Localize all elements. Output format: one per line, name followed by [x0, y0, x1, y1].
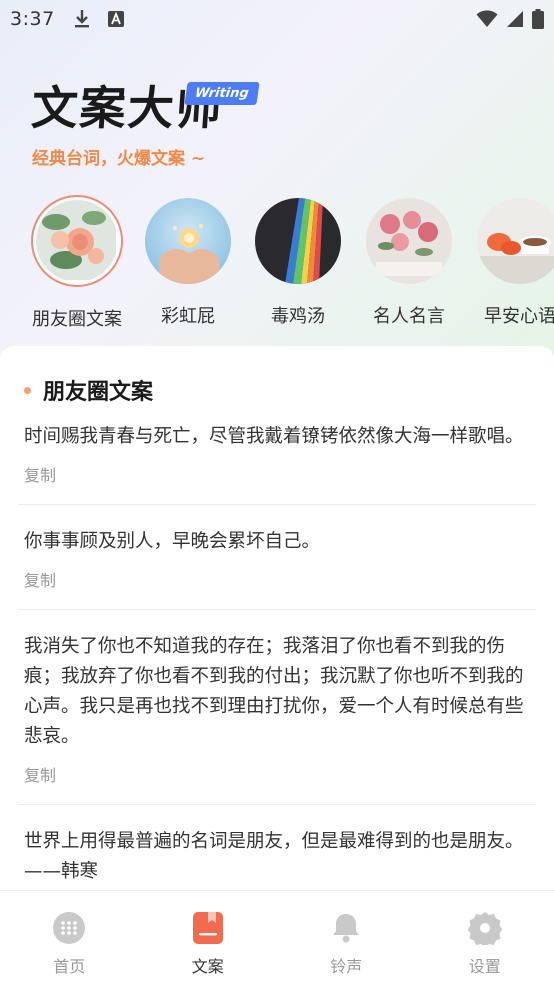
copy-button[interactable]: 复制: [24, 462, 530, 486]
category-label: 彩虹屁: [161, 306, 215, 327]
category-image-hands-light: [145, 198, 231, 284]
category-image-flowers: [366, 198, 452, 284]
book-icon: [191, 911, 225, 945]
category-famous-quotes[interactable]: 名人名言: [354, 194, 464, 328]
battery-icon: [532, 9, 544, 29]
nav-ringtone[interactable]: 铃声: [277, 891, 416, 984]
status-bar: 3:37: [0, 0, 554, 38]
quote-text: 世界上用得最普遍的名词是朋友，但是最难得到的也是朋友。——韩寒: [24, 831, 524, 882]
category-label: 朋友圈文案: [32, 309, 122, 330]
nav-label: 设置: [468, 957, 501, 976]
download-icon: [73, 9, 91, 29]
section-title: 朋友圈文案: [43, 380, 154, 405]
quote-item: 时间赐我青春与死亡，尽管我戴着镣铐依然像大海一样歌唱。 复制: [0, 422, 554, 505]
category-rainbow-fart[interactable]: 彩虹屁: [133, 194, 243, 328]
nav-writing[interactable]: 文案: [139, 891, 278, 984]
content-card: 朋友圈文案 时间赐我青春与死亡，尽管我戴着镣铐依然像大海一样歌唱。 复制 你事事…: [0, 346, 554, 906]
wifi-icon: [476, 10, 498, 28]
bell-icon: [329, 911, 363, 945]
quote-item: 我消失了你也不知道我的存在；我落泪了你也看不到我的伤痕；我放弃了你也看不到我的付…: [0, 632, 554, 805]
category-image-prism: [255, 198, 341, 284]
section-dot: [24, 386, 31, 394]
category-label: 毒鸡汤: [271, 306, 325, 327]
writing-badge: Writing: [184, 82, 260, 105]
copy-button[interactable]: 复制: [24, 567, 530, 591]
signal-icon: [506, 10, 524, 28]
nav-label: 文案: [191, 957, 224, 976]
keyboard-a-icon: [107, 10, 125, 28]
nav-label: 首页: [53, 957, 86, 976]
category-friends-circle[interactable]: 朋友圈文案: [22, 194, 132, 331]
category-good-morning[interactable]: 早安心语: [465, 194, 554, 328]
gear-icon: [467, 911, 502, 945]
quote-list[interactable]: 时间赐我青春与死亡，尽管我戴着镣铐依然像大海一样歌唱。 复制 你事事顾及别人，早…: [0, 422, 554, 906]
category-strip[interactable]: 朋友圈文案 彩虹屁 毒鸡汤 名人名言 早安心语: [0, 194, 554, 339]
quote-item: 你事事顾及别人，早晚会累坏自己。 复制: [0, 527, 554, 610]
quote-text: 你事事顾及别人，早晚会累坏自己。: [24, 531, 321, 552]
category-toxic-soup[interactable]: 毒鸡汤: [243, 194, 353, 328]
section-header: 朋友圈文案: [24, 374, 153, 406]
copy-button[interactable]: 复制: [24, 762, 530, 786]
grid-dots-icon: [52, 911, 86, 945]
category-image-roses: [31, 195, 123, 287]
app-subtitle: 经典台词，火爆文案 ~: [32, 149, 206, 169]
category-label: 名人名言: [373, 306, 445, 327]
quote-text: 时间赐我青春与死亡，尽管我戴着镣铐依然像大海一样歌唱。: [24, 426, 524, 447]
nav-label: 铃声: [330, 957, 363, 976]
nav-settings[interactable]: 设置: [416, 891, 554, 984]
nav-home[interactable]: 首页: [0, 891, 139, 984]
category-label: 早安心语: [484, 306, 554, 327]
status-time: 3:37: [10, 8, 55, 30]
quote-text: 我消失了你也不知道我的存在；我落泪了你也看不到我的伤痕；我放弃了你也看不到我的付…: [24, 636, 524, 747]
category-image-tulips-coffee: [477, 198, 554, 284]
bottom-nav: 首页 文案 铃声 设置: [0, 890, 554, 984]
